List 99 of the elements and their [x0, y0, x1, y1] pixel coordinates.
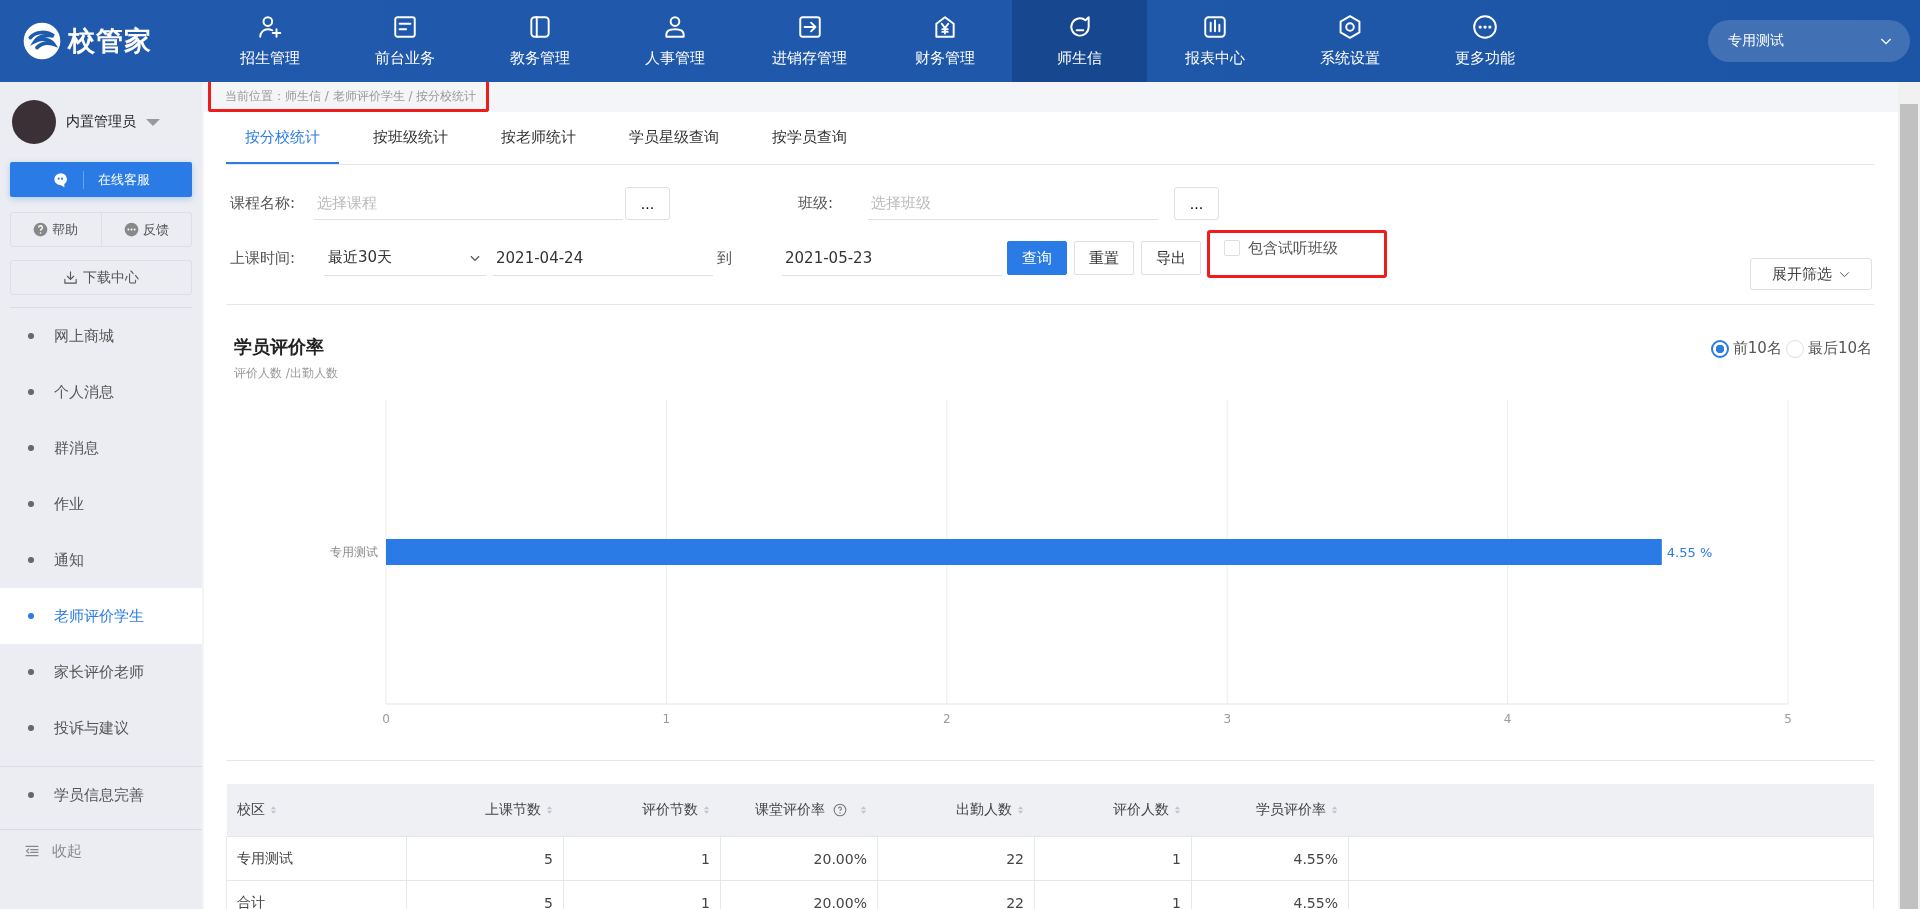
axis-tick-label: 1: [662, 712, 671, 726]
help-button[interactable]: 帮助: [11, 213, 101, 246]
sidebar-item[interactable]: 个人消息: [0, 364, 202, 420]
nav-label: 人事管理: [644, 49, 705, 68]
axis-tick-label: 4: [1503, 712, 1512, 726]
download-icon: [63, 270, 78, 285]
axis-tick-label: 0: [382, 712, 390, 726]
checkbox-label[interactable]: 包含试听班级: [1248, 238, 1338, 258]
column-header[interactable]: 校区: [236, 801, 265, 819]
table-cell: 20.00%: [720, 836, 878, 881]
nav-item[interactable]: 更多功能: [1417, 0, 1552, 82]
category-label: 专用测试: [330, 545, 378, 559]
logo-icon: [22, 21, 62, 61]
sidebar-item[interactable]: 投诉与建议: [0, 700, 202, 756]
vertical-scrollbar[interactable]: [1898, 82, 1920, 909]
sidebar-item[interactable]: 网上商城: [0, 308, 202, 364]
browse-button[interactable]: ...: [1174, 187, 1219, 220]
user-name[interactable]: 内置管理员: [66, 113, 136, 131]
nav-item[interactable]: 系统设置: [1282, 0, 1417, 82]
caret-icon[interactable]: [146, 118, 160, 126]
nav-label: 招生管理: [239, 49, 300, 68]
sidebar-item[interactable]: 学员信息完善: [0, 767, 202, 823]
checkbox[interactable]: [1224, 240, 1240, 256]
column-header[interactable]: 上课节数: [484, 801, 541, 819]
table-cell: 5: [406, 836, 564, 881]
nav-item[interactable]: 招生管理: [202, 0, 337, 82]
radio-label[interactable]: 前10名: [1732, 339, 1782, 358]
user-plus-icon: [256, 14, 283, 40]
action-button[interactable]: 重置: [1074, 241, 1134, 275]
tab[interactable]: 按班级统计: [354, 112, 467, 164]
download-center-button[interactable]: 下载中心: [10, 260, 192, 295]
radio-label[interactable]: 最后10名: [1807, 339, 1872, 358]
help-icon: [33, 222, 49, 237]
sidebar-item[interactable]: 老师评价学生: [0, 588, 202, 644]
chart-title: 学员评价率: [234, 335, 325, 359]
field-label: 课程名称:: [229, 194, 297, 213]
expand-filter-button[interactable]: 展开筛选: [1750, 258, 1872, 290]
arrow-box-icon: [796, 14, 823, 40]
breadcrumb: 当前位置：师生信 / 老师评价学生 / 按分校统计: [225, 89, 477, 103]
nav-item[interactable]: 人事管理: [607, 0, 742, 82]
field-label: 班级:: [797, 194, 835, 213]
nav-label: 财务管理: [914, 49, 975, 68]
avatar: [12, 100, 56, 144]
bar-chart-icon: [1201, 14, 1228, 40]
nav-item[interactable]: 财务管理: [877, 0, 1012, 82]
tab[interactable]: 按老师统计: [482, 112, 595, 164]
axis-tick-label: 2: [943, 712, 951, 726]
tab[interactable]: 学员星级查询: [610, 112, 738, 164]
nav-item[interactable]: 进销存管理: [742, 0, 877, 82]
nav-item[interactable]: 前台业务: [337, 0, 472, 82]
column-header[interactable]: 出勤人数: [955, 801, 1012, 819]
nav-label: 更多功能: [1454, 49, 1515, 68]
radio-button[interactable]: [1710, 339, 1729, 358]
table-cell: 22: [877, 836, 1035, 881]
more-icon: [1471, 14, 1498, 40]
chart-subtitle: 评价人数 /出勤人数: [234, 365, 338, 382]
logo-text: 校管家: [68, 24, 152, 58]
tab[interactable]: 按分校统计: [226, 112, 339, 164]
nav-label: 报表中心: [1184, 49, 1245, 68]
feedback-button[interactable]: 反馈: [100, 213, 191, 246]
collapse-icon: [24, 843, 40, 859]
nav-label: 前台业务: [374, 49, 435, 68]
campus-select[interactable]: 专用测试: [1708, 20, 1910, 62]
nav-label: 进销存管理: [772, 49, 847, 68]
tab[interactable]: 按学员查询: [753, 112, 866, 164]
column-header[interactable]: 学员评价率: [1255, 801, 1326, 819]
browse-button[interactable]: ...: [625, 187, 670, 220]
chat-face-icon: [52, 171, 69, 188]
select-value: 最近30天: [328, 248, 393, 267]
table-cell: 合计: [226, 880, 407, 909]
table-cell: 专用测试: [226, 836, 407, 881]
column-header[interactable]: 评价节数: [641, 801, 698, 819]
sidebar-item[interactable]: 群消息: [0, 420, 202, 476]
table-cell: 1: [1034, 836, 1192, 881]
select-value: 专用测试: [1728, 32, 1784, 50]
range-separator: 到: [716, 248, 733, 268]
sidebar-item[interactable]: 通知: [0, 532, 202, 588]
nav-item[interactable]: 报表中心: [1147, 0, 1282, 82]
column-header[interactable]: 评价人数: [1112, 801, 1169, 819]
more-dots-icon: [123, 222, 139, 237]
nav-item[interactable]: 师生信: [1012, 0, 1147, 82]
field-label: 上课时间:: [229, 248, 297, 268]
table-cell: 4.55%: [1191, 836, 1349, 881]
column-header[interactable]: 课堂评价率: [754, 801, 825, 819]
range-select[interactable]: 最近30天: [324, 240, 486, 276]
nav-label: 系统设置: [1319, 49, 1380, 68]
online-service-button[interactable]: 在线客服: [10, 162, 192, 197]
nav-label: 师生信: [1057, 49, 1102, 68]
action-button[interactable]: 查询: [1007, 241, 1067, 275]
table-cell: 1: [563, 836, 721, 881]
sidebar-item[interactable]: 家长评价老师: [0, 644, 202, 700]
nav-label: 教务管理: [509, 49, 570, 68]
axis-tick-label: 5: [1784, 712, 1792, 726]
value-label: 4.55 %: [1666, 545, 1713, 560]
axis-tick-label: 3: [1223, 712, 1231, 726]
sidebar-item[interactable]: 作业: [0, 476, 202, 532]
screen-icon: [391, 14, 418, 40]
nav-item[interactable]: 教务管理: [472, 0, 607, 82]
action-button[interactable]: 导出: [1141, 241, 1201, 275]
